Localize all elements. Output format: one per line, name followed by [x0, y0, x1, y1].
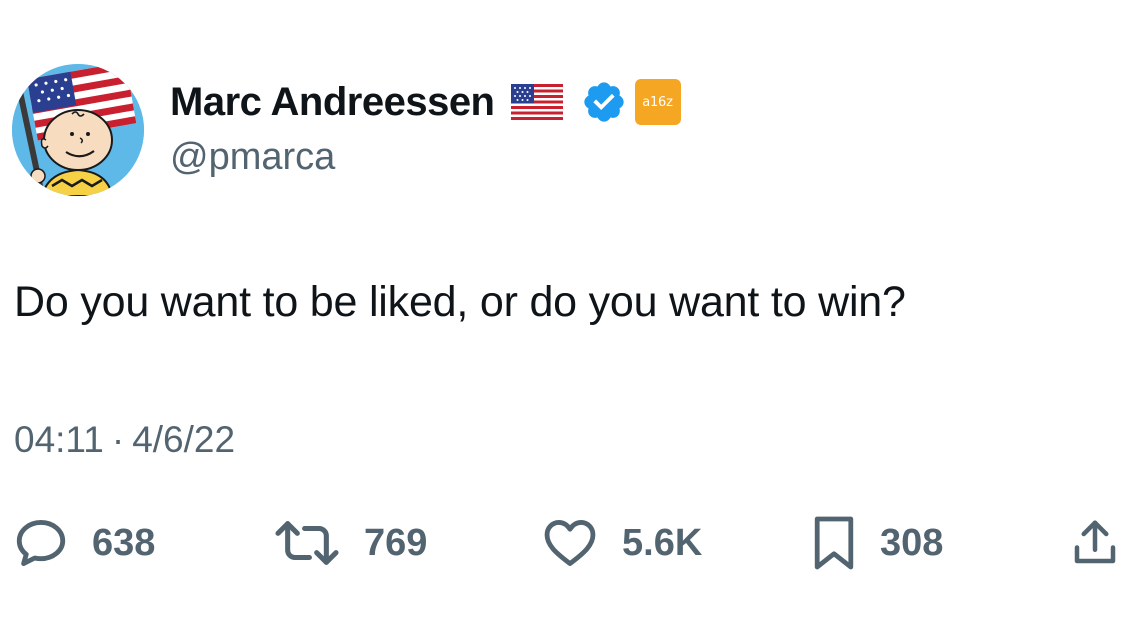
- us-flag-emoji-icon: [510, 84, 563, 120]
- verified-badge-icon[interactable]: [581, 79, 627, 125]
- author-handle[interactable]: @pmarca: [170, 136, 335, 179]
- avatar-image: [12, 64, 144, 196]
- retweet-button[interactable]: 769: [272, 513, 427, 573]
- bookmark-icon: [814, 516, 854, 570]
- tweet-date: 4/6/22: [132, 419, 236, 460]
- reply-count: 638: [92, 521, 156, 564]
- share-button[interactable]: [1068, 513, 1122, 573]
- share-icon: [1074, 520, 1116, 564]
- bookmark-button[interactable]: 308: [810, 513, 943, 573]
- tweet-text: Do you want to be liked, or do you want …: [14, 278, 906, 326]
- timestamp-separator: ·: [111, 419, 125, 460]
- author-name-row: Marc Andreessen a16z: [170, 78, 681, 126]
- avatar[interactable]: [12, 64, 144, 196]
- retweet-icon: [275, 521, 339, 565]
- retweet-count: 769: [364, 521, 428, 564]
- reply-button[interactable]: 638: [12, 513, 155, 573]
- like-button[interactable]: 5.6K: [540, 513, 702, 573]
- affiliate-badge[interactable]: a16z: [634, 79, 681, 125]
- heart-icon: [544, 520, 596, 566]
- reply-icon: [16, 520, 66, 566]
- tweet-time: 04:11: [14, 419, 104, 460]
- affiliate-badge-text: a16z: [642, 94, 673, 110]
- bookmark-count: 308: [880, 521, 944, 564]
- tweet-timestamp[interactable]: 04:11 · 4/6/22: [14, 419, 235, 461]
- like-count: 5.6K: [622, 521, 703, 564]
- author-display-name[interactable]: Marc Andreessen: [170, 80, 495, 125]
